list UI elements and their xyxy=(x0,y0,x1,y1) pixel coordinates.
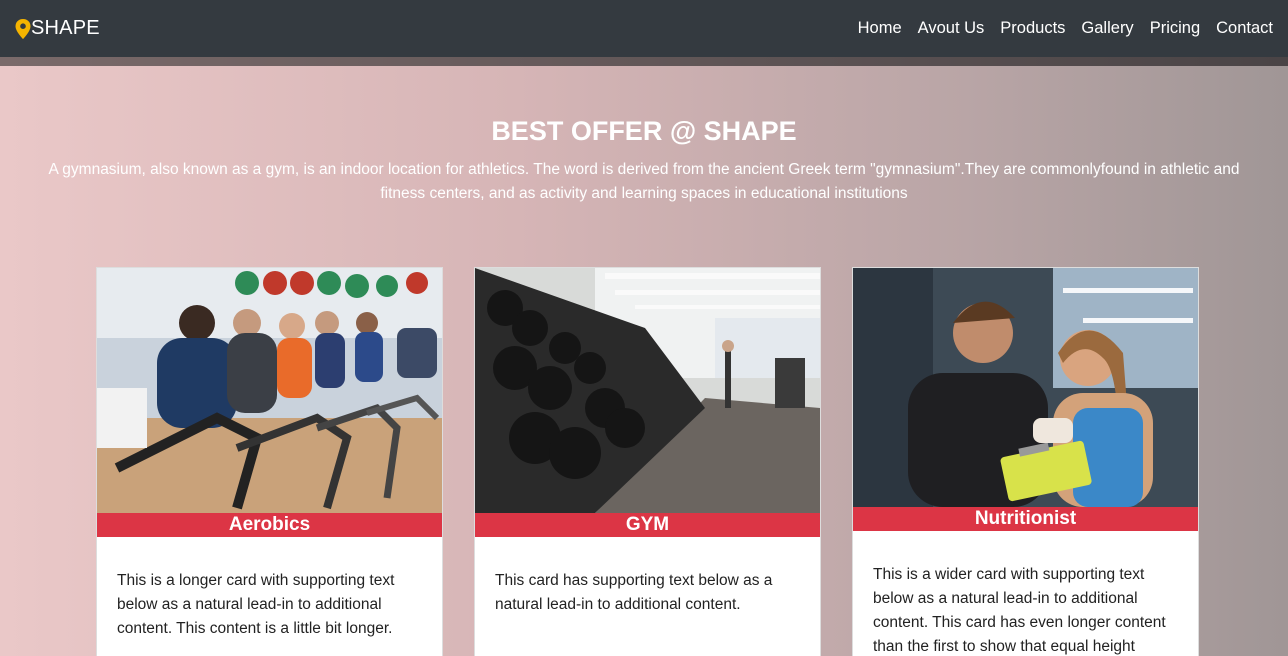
nav-link-products[interactable]: Products xyxy=(1000,19,1065,38)
nav-link-pricing[interactable]: Pricing xyxy=(1150,19,1200,38)
offer-section: BEST OFFER @ SHAPE A gymnasium, also kno… xyxy=(0,66,1288,656)
card-title: Aerobics xyxy=(97,513,442,537)
nav-link-home[interactable]: Home xyxy=(858,19,902,38)
nav-link-gallery[interactable]: Gallery xyxy=(1081,19,1133,38)
card-text: This card has supporting text below as a… xyxy=(495,572,773,613)
brand-name: SHAPE xyxy=(31,17,100,39)
nav-links: Home Avout Us Products Gallery Pricing C… xyxy=(842,19,1273,38)
navbar-shadow xyxy=(0,57,1288,66)
card-text: This is a wider card with supporting tex… xyxy=(873,566,1166,655)
card-aerobics: Aerobics This is a longer card with supp… xyxy=(96,267,443,656)
map-pin-icon xyxy=(15,18,31,39)
nutritionist-image xyxy=(853,268,1198,507)
aerobics-image xyxy=(97,268,442,513)
section-title: BEST OFFER @ SHAPE xyxy=(491,116,797,146)
section-description: A gymnasium, also known as a gym, is an … xyxy=(48,161,1240,202)
nav-link-about[interactable]: Avout Us xyxy=(918,19,985,38)
card-nutritionist: Nutritionist This is a wider card with s… xyxy=(852,267,1199,656)
card-gym: GYM This card has supporting text below … xyxy=(474,267,821,656)
brand-link[interactable]: SHAPE xyxy=(15,17,100,40)
nav-link-contact[interactable]: Contact xyxy=(1216,19,1273,38)
card-title: GYM xyxy=(475,513,820,537)
gym-image xyxy=(475,268,820,513)
card-text: This is a longer card with supporting te… xyxy=(117,572,395,637)
card-title: Nutritionist xyxy=(853,507,1198,531)
navbar: SHAPE Home Avout Us Products Gallery Pri… xyxy=(0,0,1288,57)
